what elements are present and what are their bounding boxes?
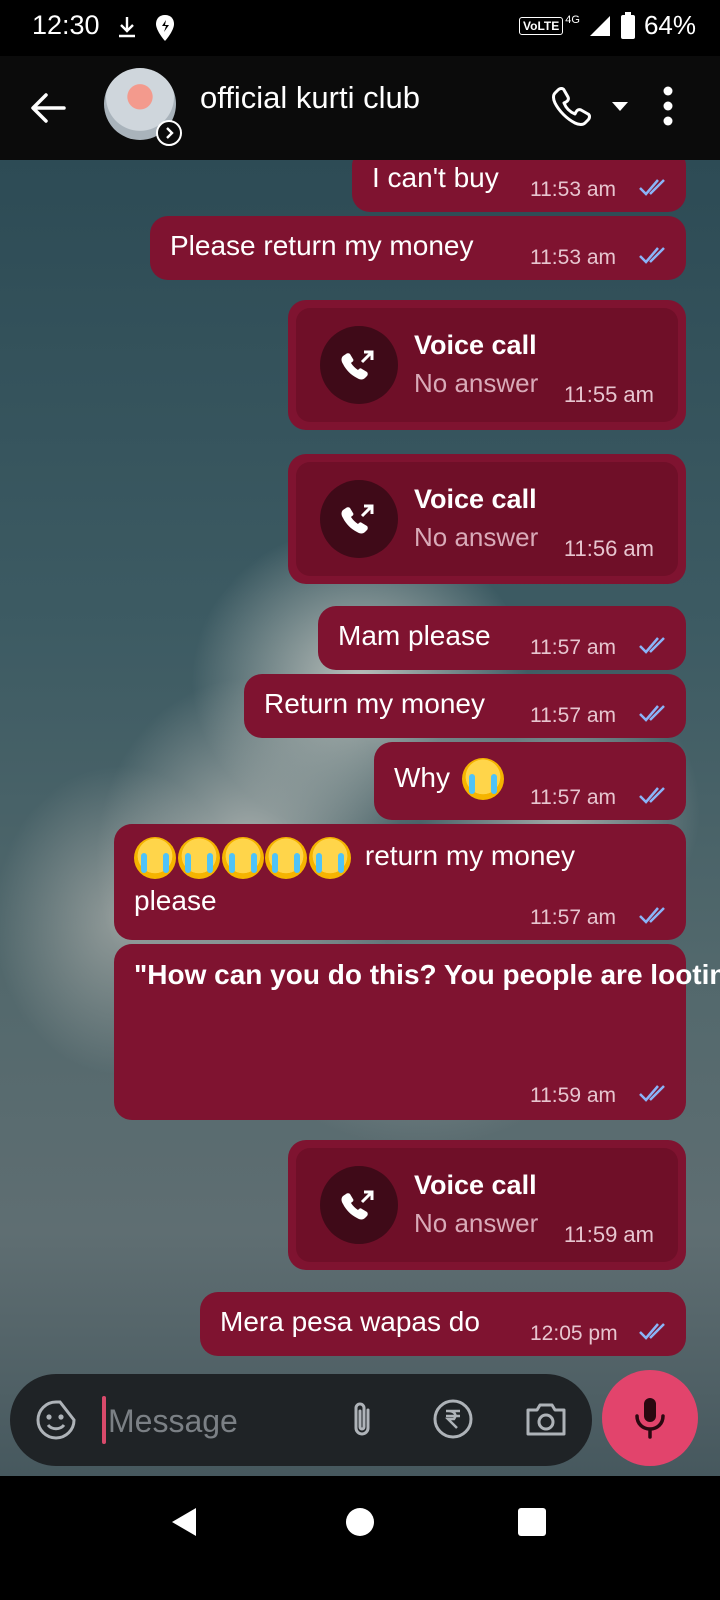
voice-call-bubble[interactable]: Voice call No answer 11:56 am	[288, 454, 686, 584]
back-arrow-icon[interactable]	[26, 86, 70, 130]
call-status: No answer	[414, 1208, 539, 1238]
status-time: 12:30	[32, 10, 100, 40]
message-bubble[interactable]: I can't buy 11:53 am	[352, 160, 686, 212]
crying-emoji-row	[134, 836, 353, 879]
nav-recents-icon[interactable]	[514, 1504, 550, 1540]
voice-call-bubble[interactable]: Voice call No answer 11:59 am	[288, 1140, 686, 1270]
message-text: Mera pesa wapas do	[220, 1306, 480, 1337]
message-time: 11:57 am	[530, 704, 616, 727]
missed-call-icon	[341, 350, 374, 380]
crying-face-emoji	[309, 836, 352, 879]
crying-face-emoji	[462, 758, 504, 800]
mic-button[interactable]	[602, 1370, 698, 1466]
crying-face-emoji	[265, 836, 308, 879]
message-text-line1: return my money	[364, 840, 575, 871]
nav-home-icon[interactable]	[342, 1504, 378, 1540]
message-text: Why	[394, 762, 450, 793]
message-composer	[10, 1374, 592, 1466]
message-time: 11:53 am	[530, 246, 616, 269]
message-time: 11:57 am	[530, 906, 616, 929]
attach-icon[interactable]	[340, 1398, 384, 1442]
call-time: 11:56 am	[563, 536, 654, 561]
more-vert-icon[interactable]	[662, 86, 674, 126]
download-icon	[119, 17, 135, 38]
call-time: 11:55 am	[563, 382, 654, 407]
location-icon	[156, 15, 174, 41]
status-ring-icon	[156, 120, 182, 146]
voice-call-bubble[interactable]: Voice call No answer 11:55 am	[288, 300, 686, 430]
call-status: No answer	[414, 368, 539, 398]
nav-back-icon[interactable]	[166, 1504, 202, 1540]
message-text: Please return my money	[170, 230, 474, 261]
chat-area[interactable]: I can't buy 11:53 am Please return my mo…	[0, 160, 720, 1500]
message-bubble[interactable]: Return my money 11:57 am	[244, 674, 686, 738]
message-time: 11:53 am	[530, 178, 616, 201]
call-icon-circle	[320, 480, 398, 558]
camera-icon[interactable]	[522, 1396, 570, 1444]
message-bubble[interactable]: Mam please 11:57 am	[318, 606, 686, 670]
message-bubble[interactable]: "How can you do this? You people are loo…	[114, 944, 720, 1120]
crying-face-emoji	[221, 836, 264, 879]
call-status: No answer	[414, 522, 539, 552]
phone-icon[interactable]	[550, 84, 594, 128]
contact-name[interactable]: official kurti club	[200, 80, 420, 116]
read-ticks-icon	[639, 1085, 665, 1102]
status-bar: 12:30 VoLTE 4G 64%	[0, 0, 720, 56]
read-ticks-icon	[639, 1323, 665, 1340]
rupee-icon[interactable]	[430, 1396, 476, 1442]
mic-icon	[635, 1398, 665, 1439]
read-ticks-icon	[639, 705, 665, 722]
message-text: Return my money	[264, 688, 485, 719]
system-navigation-bar	[0, 1476, 720, 1600]
message-text: I can't buy	[372, 162, 499, 193]
message-text-line2: please	[134, 884, 217, 916]
sticker-icon[interactable]	[34, 1398, 78, 1442]
message-time: 11:57 am	[530, 636, 616, 659]
chat-header: official kurti club	[0, 56, 720, 161]
battery-icon	[620, 11, 635, 39]
call-icon-circle	[320, 1166, 398, 1244]
read-ticks-icon	[639, 179, 665, 196]
call-time: 11:59 am	[563, 1222, 654, 1247]
message-bubble[interactable]: Why 11:57 am	[374, 742, 686, 820]
read-ticks-icon	[639, 787, 665, 804]
call-title: Voice call	[414, 1170, 537, 1200]
call-title: Voice call	[414, 330, 537, 360]
avatar[interactable]	[104, 68, 182, 146]
crying-face-emoji	[177, 836, 220, 879]
network-type: 4G	[565, 13, 580, 26]
battery-percent: 64%	[643, 10, 696, 40]
call-title: Voice call	[414, 484, 537, 514]
message-bubble[interactable]: return my money please 11:57 am	[114, 824, 686, 940]
message-bubble[interactable]: Mera pesa wapas do 12:05 pm	[200, 1292, 686, 1356]
read-ticks-icon	[639, 907, 665, 924]
message-time: 12:05 pm	[530, 1322, 618, 1345]
message-input[interactable]	[106, 1392, 300, 1450]
missed-call-icon	[341, 504, 374, 534]
message-time: 11:59 am	[530, 1084, 616, 1107]
crying-face-emoji	[134, 836, 176, 879]
read-ticks-icon	[639, 637, 665, 654]
message-text: Mam please	[338, 620, 491, 651]
call-icon-circle	[320, 326, 398, 404]
signal-icon	[589, 15, 610, 36]
message-text: "How can you do this? You people are loo…	[134, 959, 720, 990]
volte-badge: VoLTE	[519, 16, 564, 35]
dropdown-icon[interactable]	[608, 94, 632, 118]
missed-call-icon	[341, 1190, 374, 1220]
message-bubble[interactable]: Please return my money 11:53 am	[150, 216, 686, 280]
message-time: 11:57 am	[530, 786, 616, 809]
read-ticks-icon	[639, 247, 665, 264]
